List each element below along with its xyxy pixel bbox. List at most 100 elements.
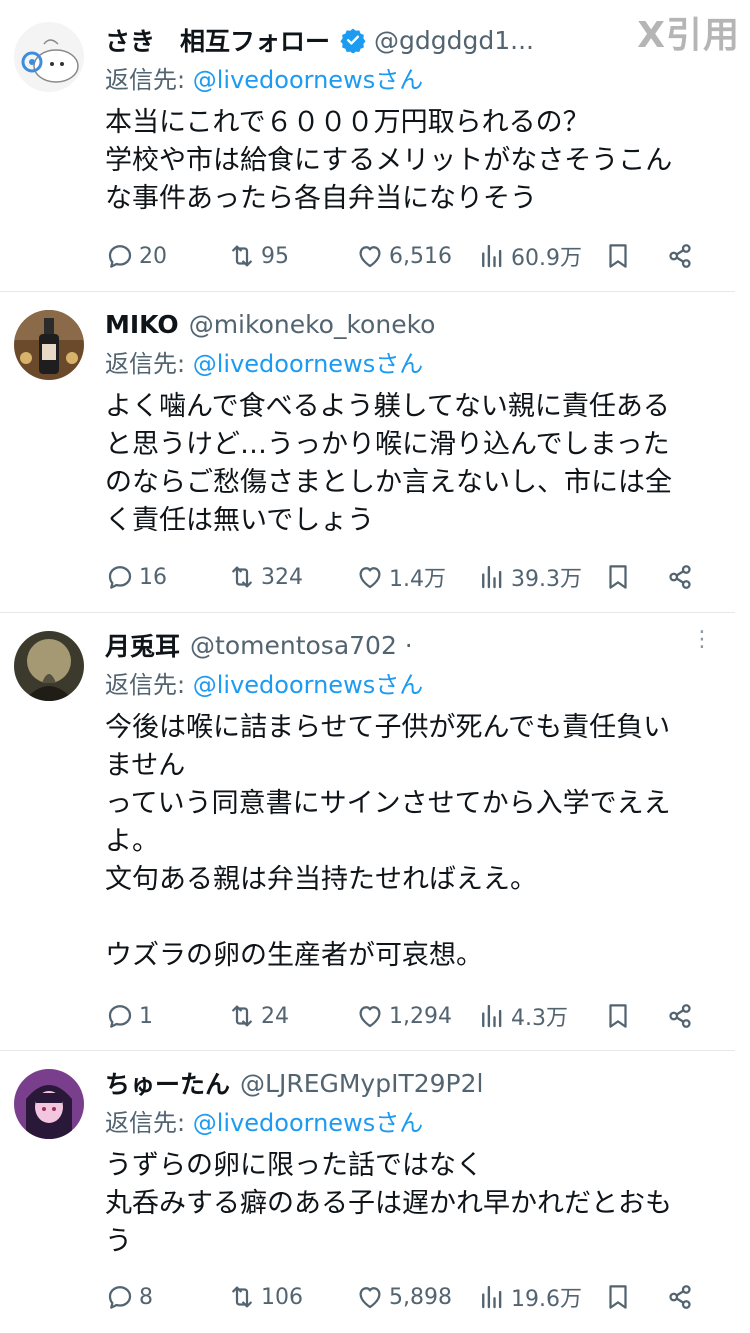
avatar-icon xyxy=(14,22,84,92)
like-count: 1,294 xyxy=(389,1003,452,1029)
tweet-text: 本当にこれで６０００万円取られるの？ 学校や市は給食にするメリットがなさそうこん… xyxy=(105,107,673,214)
display-name[interactable]: 月兎耳 xyxy=(105,627,180,663)
share-button[interactable] xyxy=(665,1282,699,1312)
heart-icon xyxy=(359,567,381,589)
views-button[interactable]: 4.3万 xyxy=(477,1000,568,1032)
retweet-count: 95 xyxy=(261,243,289,269)
reply-icon xyxy=(108,245,132,268)
share-button[interactable] xyxy=(665,1001,699,1031)
reply-mention-link[interactable]: @livedoornewsさん xyxy=(193,350,423,378)
views-button[interactable]: 60.9万 xyxy=(477,240,582,272)
share-icon xyxy=(669,1285,691,1309)
avatar[interactable] xyxy=(14,22,84,92)
reply-mention-link[interactable]: @livedoornewsさん xyxy=(193,1109,423,1137)
avatar-icon xyxy=(14,631,84,701)
retweet-button[interactable]: 95 xyxy=(227,241,289,271)
tweet-text: よく噛んで食べるよう躾してない親に責任ある と思うけど…うっかり喉に滑り込んでし… xyxy=(105,391,672,536)
reply-icon xyxy=(108,566,132,589)
view-count: 60.9万 xyxy=(511,246,582,271)
avatar[interactable] xyxy=(14,310,84,380)
bookmark-button[interactable] xyxy=(603,562,637,592)
retweet-icon xyxy=(232,1005,252,1027)
like-button[interactable]: 1,294 xyxy=(355,1001,452,1031)
reply-button[interactable]: 8 xyxy=(105,1282,153,1312)
retweet-icon xyxy=(232,245,252,267)
user-handle[interactable]: @gdgdgd1... xyxy=(374,26,534,55)
reply-to: 返信先: @livedoornewsさん xyxy=(105,62,711,98)
display-name[interactable]: ちゅーたん xyxy=(105,1065,230,1101)
retweet-count: 24 xyxy=(261,1003,289,1029)
share-button[interactable] xyxy=(665,241,699,271)
bookmark-button[interactable] xyxy=(603,1001,637,1031)
bookmark-icon xyxy=(609,1285,627,1309)
tweet[interactable]: 月兎耳 @tomentosa702 · ⋮ 返信先: @livedoornews… xyxy=(0,613,735,1050)
user-handle[interactable]: @LJREGMypIT29P2l xyxy=(240,1069,483,1098)
reply-to: 返信先: @livedoornewsさん xyxy=(105,667,711,703)
reply-to: 返信先: @livedoornewsさん xyxy=(105,1105,711,1141)
reply-button[interactable]: 1 xyxy=(105,1001,153,1031)
views-chart-icon xyxy=(482,565,502,589)
share-icon xyxy=(669,244,691,268)
share-button[interactable] xyxy=(665,562,699,592)
avatar[interactable] xyxy=(14,631,84,701)
reply-prefix: 返信先: xyxy=(105,66,186,94)
reply-prefix: 返信先: xyxy=(105,1109,186,1137)
views-chart-icon xyxy=(482,244,502,268)
views-chart-icon xyxy=(482,1004,502,1028)
retweet-count: 106 xyxy=(261,1284,303,1310)
bookmark-button[interactable] xyxy=(603,1282,637,1312)
tweet-text: うずらの卵に限った話ではなく 丸呑みする癖のある子は遅かれ早かれだとおも う xyxy=(105,1150,672,1257)
views-button[interactable]: 39.3万 xyxy=(477,561,582,593)
reply-button[interactable]: 20 xyxy=(105,241,167,271)
reply-count: 16 xyxy=(139,564,167,590)
heart-icon xyxy=(359,1006,381,1028)
retweet-button[interactable]: 106 xyxy=(227,1282,303,1312)
avatar-icon xyxy=(14,310,84,380)
display-name[interactable]: MIKO xyxy=(105,310,179,339)
reply-count: 1 xyxy=(139,1003,153,1029)
view-count: 4.3万 xyxy=(511,1006,568,1031)
user-handle[interactable]: @mikoneko_koneko xyxy=(189,310,436,339)
share-icon xyxy=(669,1004,691,1028)
heart-icon xyxy=(359,246,381,268)
tweet[interactable]: MIKO @mikoneko_koneko 返信先: @livedoornews… xyxy=(0,292,735,612)
bookmark-icon xyxy=(609,1004,627,1028)
retweet-button[interactable]: 324 xyxy=(227,562,303,592)
bookmark-icon xyxy=(609,565,627,589)
tweet[interactable]: さき 相互フォロー @gdgdgd1... 返信先: @livedoornews… xyxy=(0,0,735,290)
retweet-icon xyxy=(232,566,252,588)
reply-icon xyxy=(108,1005,132,1028)
reply-count: 20 xyxy=(139,243,167,269)
avatar[interactable] xyxy=(14,1069,84,1139)
verified-badge-icon xyxy=(340,28,366,53)
share-icon xyxy=(669,565,691,589)
view-count: 19.6万 xyxy=(511,1287,582,1312)
reply-count: 8 xyxy=(139,1284,153,1310)
heart-icon xyxy=(359,1287,381,1309)
tweet-text: 今後は喉に詰まらせて子供が死んでも責任負い ません っていう同意書にサインさせて… xyxy=(105,712,671,971)
like-button[interactable]: 6,516 xyxy=(355,241,452,271)
user-handle[interactable]: @tomentosa702 · xyxy=(190,631,413,660)
retweet-count: 324 xyxy=(261,564,303,590)
tweet[interactable]: ちゅーたん @LJREGMypIT29P2l 返信先: @livedoornew… xyxy=(0,1051,735,1333)
avatar-icon xyxy=(14,1069,84,1139)
like-count: 1.4万 xyxy=(389,567,446,592)
reply-mention-link[interactable]: @livedoornewsさん xyxy=(193,671,423,699)
more-options-icon[interactable]: ⋮ xyxy=(691,627,713,652)
reply-button[interactable]: 16 xyxy=(105,562,167,592)
retweet-button[interactable]: 24 xyxy=(227,1001,289,1031)
views-button[interactable]: 19.6万 xyxy=(477,1281,582,1313)
like-count: 5,898 xyxy=(389,1284,452,1310)
like-button[interactable]: 5,898 xyxy=(355,1282,452,1312)
bookmark-button[interactable] xyxy=(603,241,637,271)
reply-prefix: 返信先: xyxy=(105,671,186,699)
bookmark-icon xyxy=(609,244,627,268)
display-name[interactable]: さき 相互フォロー xyxy=(105,22,330,58)
like-button[interactable]: 1.4万 xyxy=(355,561,446,593)
views-chart-icon xyxy=(482,1285,502,1309)
view-count: 39.3万 xyxy=(511,567,582,592)
retweet-icon xyxy=(232,1286,252,1308)
reply-mention-link[interactable]: @livedoornewsさん xyxy=(193,66,423,94)
like-count: 6,516 xyxy=(389,243,452,269)
reply-prefix: 返信先: xyxy=(105,350,186,378)
